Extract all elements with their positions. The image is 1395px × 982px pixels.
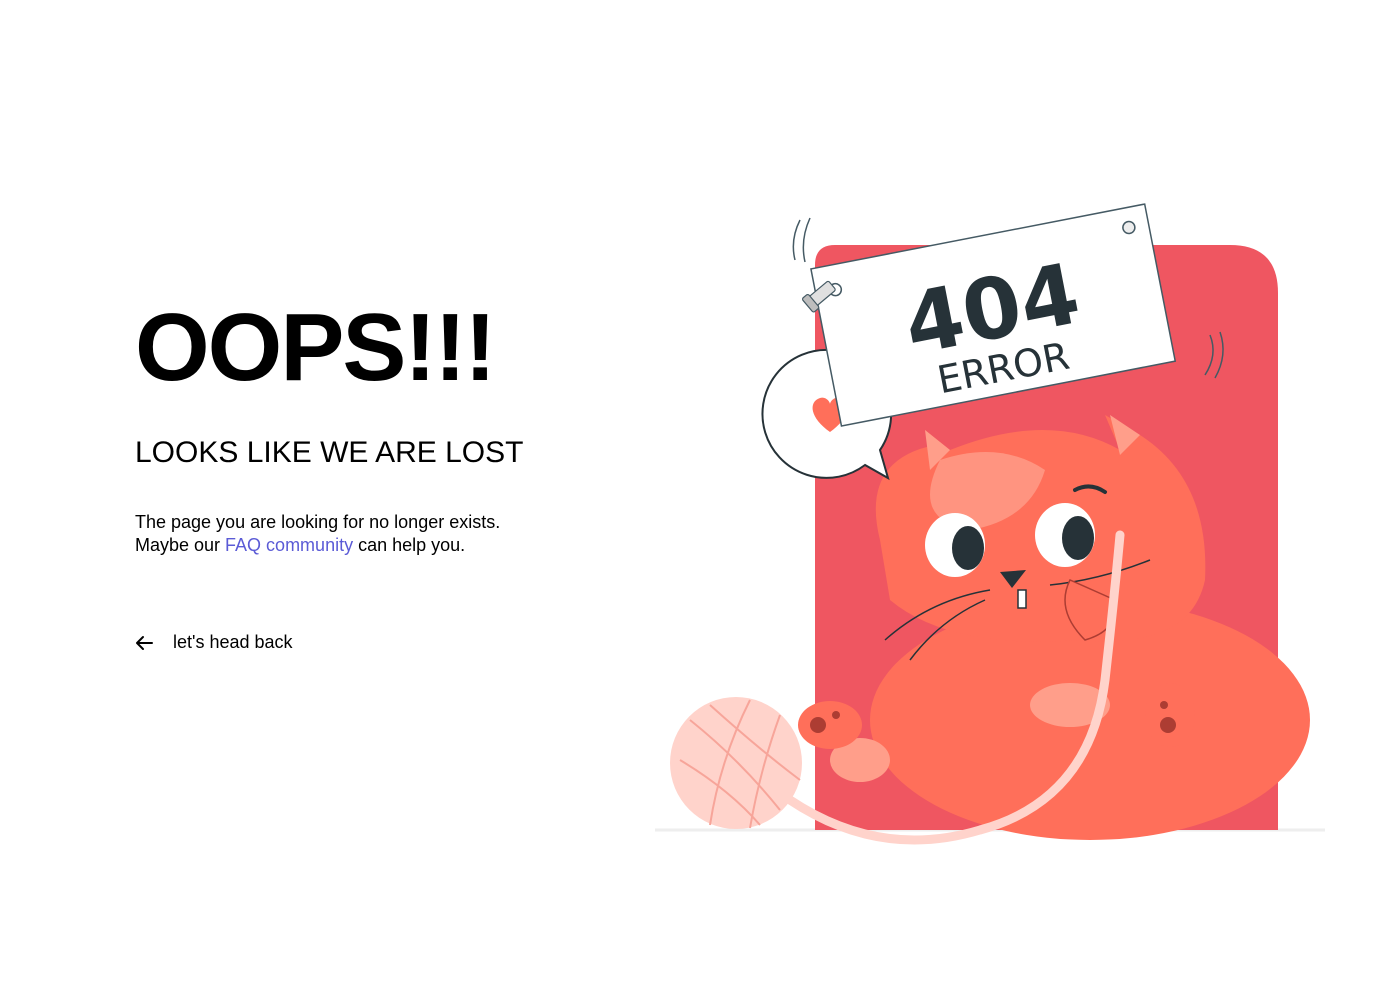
page-title: OOPS!!!: [135, 294, 496, 401]
cat-404-illustration: 404 ERROR: [650, 160, 1340, 860]
message-suffix: can help you.: [353, 535, 466, 555]
cat-illustration-svg: 404 ERROR: [655, 203, 1325, 845]
message-prefix: Maybe our: [135, 535, 226, 555]
motion-lines-left: [792, 217, 811, 263]
error-message: The page you are looking for no longer e…: [135, 511, 500, 557]
head-back-label: let's head back: [173, 632, 293, 652]
head-back-link[interactable]: let's head back: [135, 632, 293, 653]
page-subtitle: LOOKS LIKE WE ARE LOST: [135, 436, 524, 469]
faq-community-link[interactable]: FAQ community: [225, 535, 353, 555]
yarn-ball: [670, 697, 802, 829]
message-line-1: The page you are looking for no longer e…: [135, 512, 501, 532]
arrow-left-icon: [135, 635, 153, 651]
